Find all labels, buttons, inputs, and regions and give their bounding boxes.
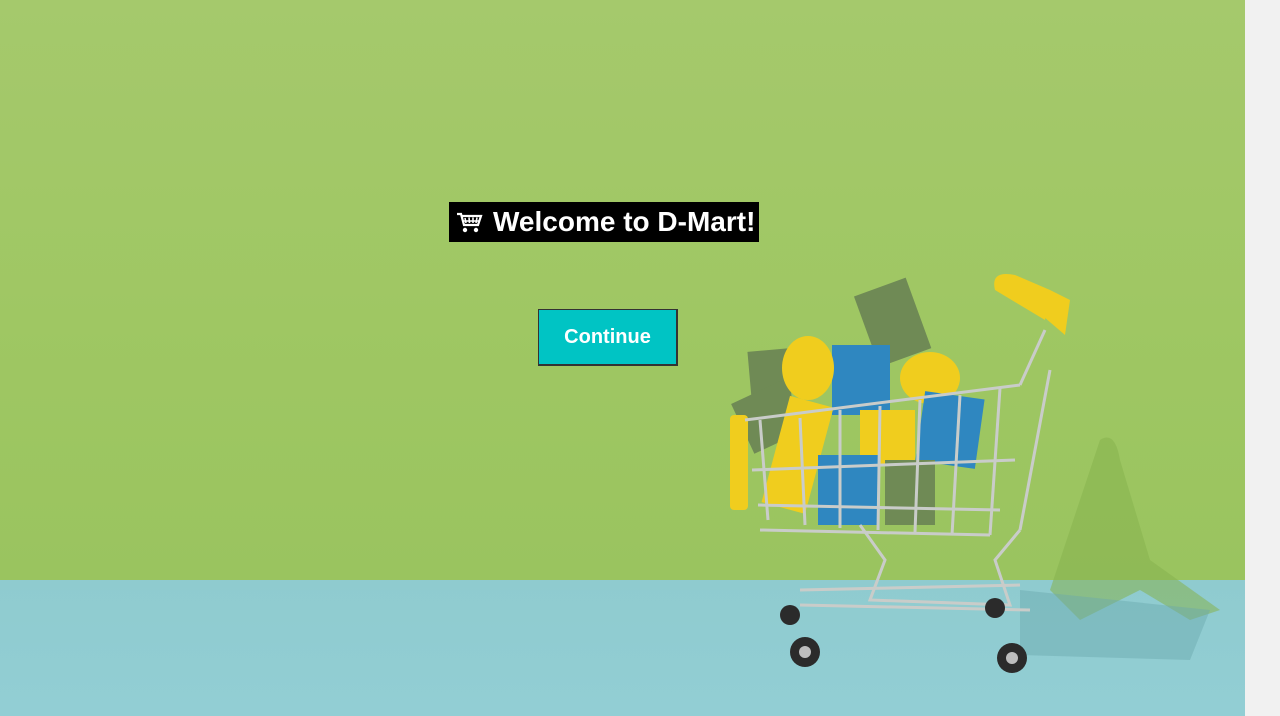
page-viewport: Welcome to D-Mart! Continue [0, 0, 1245, 716]
scrollbar-track[interactable] [1245, 0, 1280, 716]
welcome-banner: Welcome to D-Mart! [449, 202, 760, 242]
continue-button[interactable]: Continue [538, 309, 678, 366]
shopping-cart-icon [455, 210, 483, 234]
welcome-text: Welcome to D-Mart! [493, 206, 756, 237]
shopping-cart-illustration [730, 274, 1220, 673]
